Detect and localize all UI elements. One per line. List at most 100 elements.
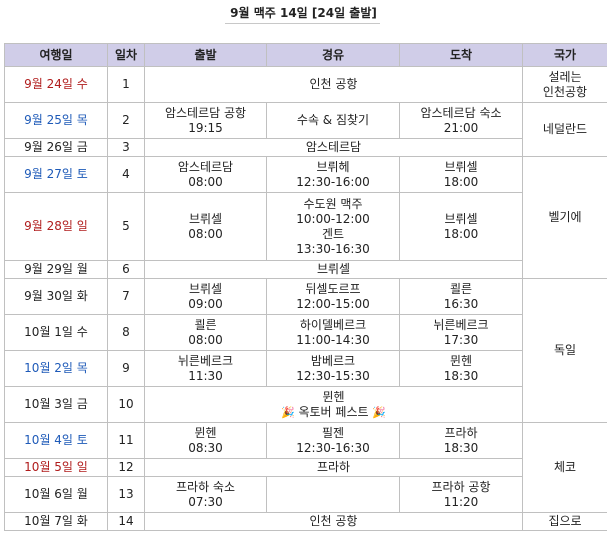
table-row: 10월 4일 토 11 뮌헨 08:30 필젠 12:30-16:30 프라하 … (4, 422, 607, 513)
departure-place: 브뤼셀 (188, 211, 223, 226)
schedule-title: 9월 맥주 14일 [24일 출발] (0, 0, 607, 26)
merged-cell: 뮌헨 🎉 옥토버 페스트 🎉 (144, 386, 523, 423)
day-cell: 8 (107, 314, 145, 351)
table-row: 9월 26일 금 3 암스테르담 (4, 138, 607, 157)
table-row: 10월 1일 수 8 쾰른 08:00 하이델베르크 11:00-14:30 뉘… (4, 314, 607, 351)
departure-place: 뉘른베르크 (177, 353, 234, 368)
arrival-time: 18:30 (443, 440, 479, 455)
arrival-cell: 암스테르담 숙소 21:00 (399, 102, 523, 139)
departure-place: 뮌헨 (194, 425, 217, 440)
festival-line: 🎉 옥토버 페스트 🎉 (146, 405, 522, 420)
arrival-time: 16:30 (443, 296, 479, 311)
arrival-place: 암스테르담 숙소 (420, 105, 502, 120)
itinerary-table: 여행일 일차 출발 경유 도착 국가 9월 24일 수 1 인천 공항 설레는 … (4, 43, 607, 531)
table-row: 10월 2일 목 9 뉘른베르크 11:30 밤베르크 12:30-15:30 … (4, 350, 607, 387)
arrival-cell: 브뤼셀 18:00 (399, 156, 523, 193)
arrival-cell: 쾰른 16:30 (399, 278, 523, 315)
departure-time: 08:00 (188, 174, 223, 189)
via-cell: 수속 & 짐찾기 (266, 102, 400, 139)
table-row: 9월 27일 토 4 암스테르담 08:00 브뤼헤 12:30-16:00 브… (4, 156, 607, 279)
country-cell: 독일 (522, 278, 607, 423)
day-cell: 7 (107, 278, 145, 315)
via-cell: 브뤼헤 12:30-16:00 (266, 156, 400, 193)
country-cell: 체코 (522, 422, 607, 513)
day-cell: 13 (107, 476, 145, 513)
departure-time: 08:00 (188, 332, 223, 347)
arrival-cell: 브뤼셀 18:00 (399, 192, 523, 261)
date-cell: 10월 4일 토 (4, 422, 108, 459)
arrival-place: 프라하 (444, 425, 478, 440)
arrival-time: 18:00 (443, 174, 479, 189)
departure-time: 11:30 (188, 368, 223, 383)
day-cell: 6 (107, 260, 145, 279)
departure-cell: 브뤼셀 08:00 (144, 192, 267, 261)
header-country: 국가 (522, 43, 607, 67)
via-cell: 수도원 맥주 10:00-12:00 겐트 13:30-16:30 (266, 192, 400, 261)
date-cell: 10월 6일 월 (4, 476, 108, 513)
via-time: 12:00-15:00 (296, 296, 370, 311)
country-label-2: 인천공항 (542, 84, 588, 99)
arrival-time: 18:00 (443, 226, 479, 241)
day-cell: 1 (107, 66, 145, 103)
arrival-time: 11:20 (443, 494, 479, 509)
arrival-place: 프라하 공항 (431, 479, 491, 494)
arrival-place: 뉘른베르크 (433, 317, 489, 332)
day-cell: 5 (107, 192, 145, 261)
via-place: 수도원 맥주 (303, 196, 363, 211)
arrival-cell: 프라하 18:30 (399, 422, 523, 459)
departure-time: 08:00 (188, 226, 223, 241)
arrival-cell: 뮌헨 18:30 (399, 350, 523, 387)
departure-cell: 뉘른베르크 11:30 (144, 350, 267, 387)
country-cell: 벨기에 (522, 156, 607, 279)
via-cell (266, 476, 400, 513)
departure-place: 프라하 숙소 (175, 479, 235, 494)
day-cell: 2 (107, 102, 145, 139)
arrival-place: 브뤼셀 (444, 159, 478, 174)
header-row: 여행일 일차 출발 경유 도착 국가 (4, 43, 607, 67)
merged-cell: 인천 공항 (144, 512, 523, 531)
date-cell: 9월 29일 월 (4, 260, 108, 279)
date-cell: 9월 30일 화 (4, 278, 108, 315)
via-cell: 밤베르크 12:30-15:30 (266, 350, 400, 387)
via-cell: 필젠 12:30-16:30 (266, 422, 400, 459)
table-row: 9월 29일 월 6 브뤼셀 (4, 260, 607, 279)
day-cell: 10 (107, 386, 145, 423)
via-place: 브뤼헤 (316, 159, 350, 174)
via-cell: 하이델베르크 11:00-14:30 (266, 314, 400, 351)
table-row: 9월 30일 화 7 브뤼셀 09:00 뒤셀도르프 12:00-15:00 쾰… (4, 278, 607, 423)
via-time-2: 13:30-16:30 (296, 241, 370, 256)
departure-cell: 프라하 숙소 07:30 (144, 476, 267, 513)
header-departure: 출발 (144, 43, 267, 67)
merged-city: 뮌헨 (322, 389, 345, 404)
date-cell: 9월 27일 토 (4, 156, 108, 193)
title-underline (225, 4, 380, 24)
day-cell: 12 (107, 458, 145, 477)
via-place: 밤베르크 (310, 353, 356, 368)
table-row: 10월 5일 일 12 프라하 (4, 458, 607, 477)
country-label: 설레는 (548, 69, 582, 84)
date-cell: 10월 2일 목 (4, 350, 108, 387)
arrival-place: 브뤼셀 (444, 211, 478, 226)
departure-place: 쾰른 (194, 317, 217, 332)
departure-place: 암스테르담 (177, 159, 234, 174)
table-row: 9월 25일 목 2 암스테르담 공항 19:15 수속 & 짐찾기 암스테르담… (4, 102, 607, 157)
arrival-time: 18:30 (443, 368, 479, 383)
date-cell: 9월 28일 일 (4, 192, 108, 261)
via-time: 11:00-14:30 (296, 332, 370, 347)
departure-place: 브뤼셀 (188, 281, 223, 296)
day-cell: 3 (107, 138, 145, 157)
day-cell: 9 (107, 350, 145, 387)
date-cell: 10월 5일 일 (4, 458, 108, 477)
departure-cell: 브뤼셀 09:00 (144, 278, 267, 315)
merged-cell: 암스테르담 (144, 138, 523, 157)
header-date: 여행일 (4, 43, 108, 67)
via-place: 하이델베르크 (299, 317, 367, 332)
merged-cell: 브뤼셀 (144, 260, 523, 279)
header-arrival: 도착 (399, 43, 523, 67)
departure-cell: 암스테르담 공항 19:15 (144, 102, 267, 139)
departure-place: 암스테르담 공항 (164, 105, 247, 120)
departure-time: 08:30 (188, 440, 223, 455)
date-cell: 9월 24일 수 (4, 66, 108, 103)
country-cell: 집으로 (522, 512, 607, 531)
table-row: 10월 7일 화 14 인천 공항 집으로 (4, 512, 607, 531)
